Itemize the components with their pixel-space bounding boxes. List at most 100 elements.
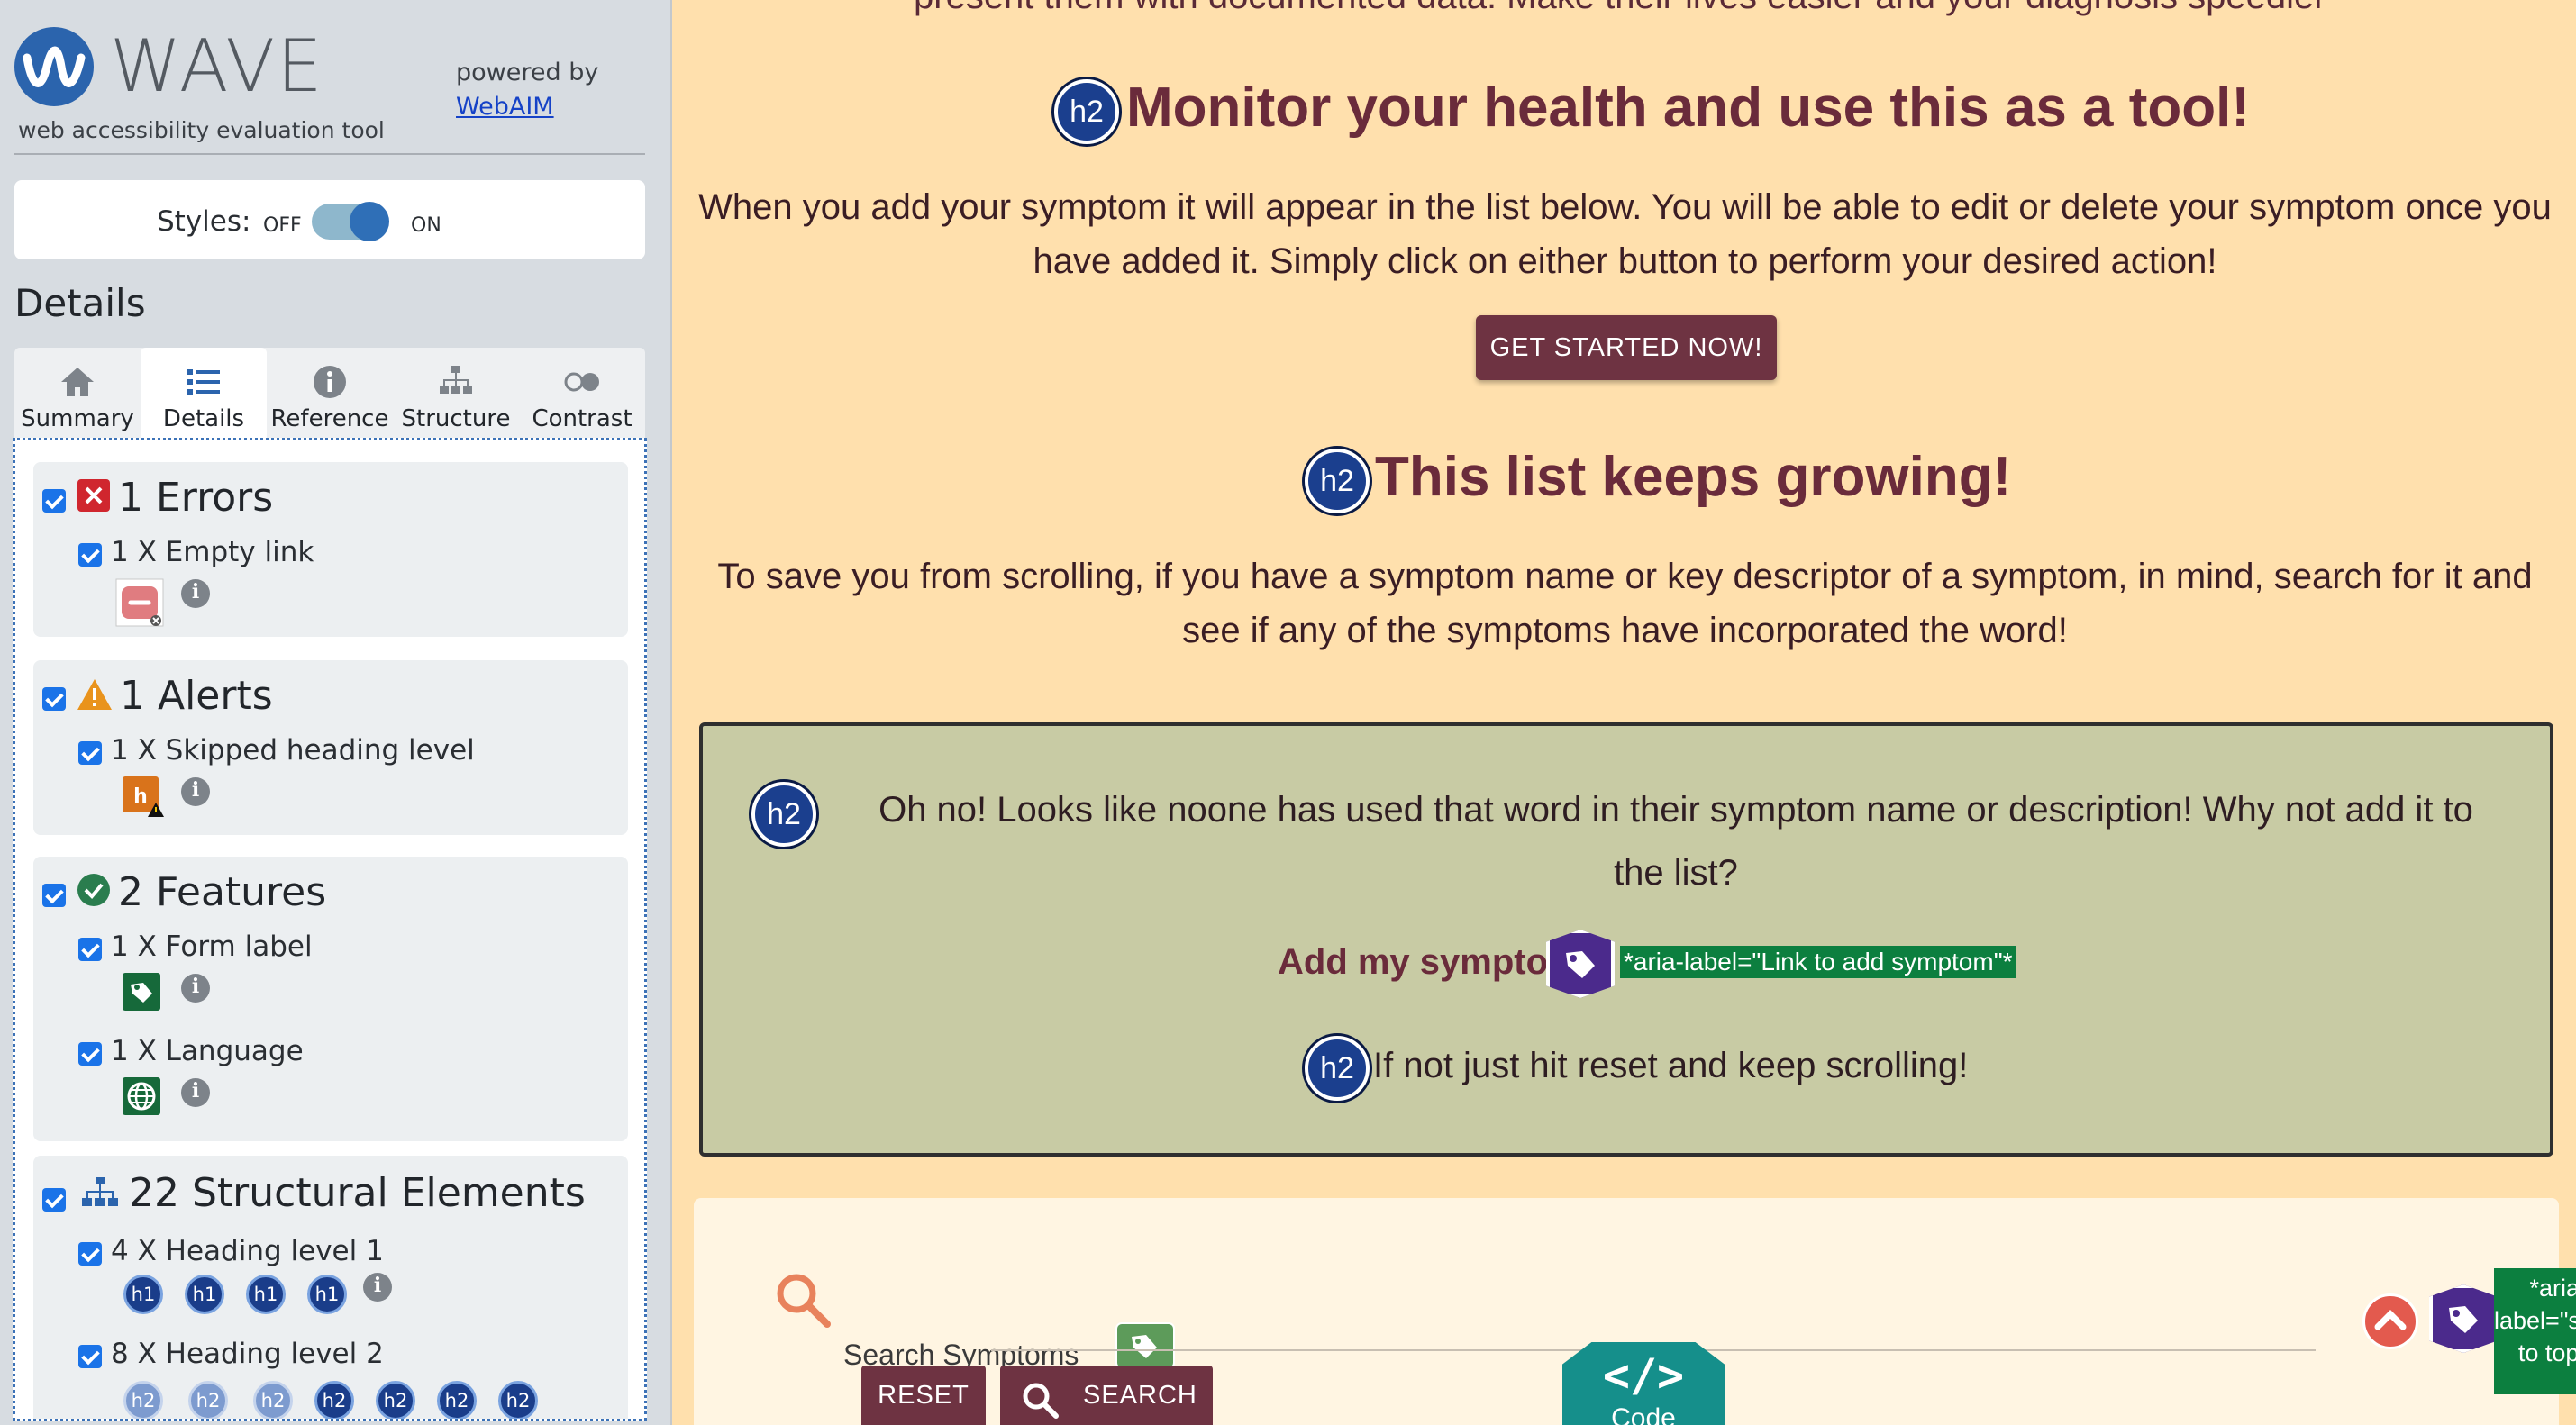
styles-label: Styles:: [157, 205, 251, 238]
tab-label: Structure: [401, 405, 511, 432]
heading-level-2-checkbox[interactable]: [78, 1345, 102, 1368]
h2-badge[interactable]: h2: [437, 1381, 477, 1419]
powered-by-text: powered by: [456, 59, 599, 86]
language-label: 1 X Language: [111, 1035, 304, 1067]
empty-link-info-icon[interactable]: [181, 579, 210, 608]
section-title-growing: This list keeps growing!: [1375, 446, 2012, 508]
h1-badge[interactable]: h1: [307, 1275, 347, 1314]
svg-text:h: h: [133, 785, 148, 808]
skipped-heading-icon[interactable]: h: [122, 776, 165, 819]
language-info-icon[interactable]: [181, 1078, 210, 1107]
wave-brand: WAVE: [110, 24, 324, 108]
wave-tagline: web accessibility evaluation tool: [18, 117, 385, 143]
h2-badge[interactable]: h2: [123, 1381, 163, 1419]
aria-label-tag-icon[interactable]: [2429, 1284, 2498, 1353]
tab-contrast[interactable]: Contrast: [519, 348, 645, 438]
h1-badge[interactable]: h1: [185, 1275, 224, 1314]
list-icon: [187, 369, 220, 395]
search-card: Search Symptoms RESET SEARCH </> Code *a…: [694, 1198, 2576, 1425]
home-icon: [61, 368, 94, 396]
search-button[interactable]: SEARCH: [1000, 1366, 1213, 1425]
chevron-up-icon: [2374, 1310, 2407, 1330]
aria-side-line: to top": [2517, 1339, 2576, 1366]
structure-category: 22 Structural Elements 4 X Heading level…: [33, 1156, 628, 1419]
sidebar-divider: [14, 153, 645, 155]
h1-badge[interactable]: h1: [123, 1275, 163, 1314]
h2-marker-icon[interactable]: h2: [1305, 1036, 1370, 1101]
h2-badge[interactable]: h2: [188, 1381, 228, 1419]
aria-label-tag-icon[interactable]: [1546, 930, 1615, 998]
empty-link-icon[interactable]: [114, 577, 165, 628]
heading-level-2-label: 8 X Heading level 2: [111, 1338, 384, 1370]
toggle-knob: [350, 202, 389, 241]
h2-badge[interactable]: h2: [253, 1381, 293, 1419]
form-label-label: 1 X Form label: [111, 930, 313, 963]
add-symptom-link[interactable]: Add my symptom: [1278, 942, 1580, 983]
skipped-heading-info-icon[interactable]: [181, 777, 210, 806]
empty-link-checkbox[interactable]: [78, 543, 102, 567]
form-label-icon[interactable]: [122, 972, 161, 1012]
heading-level-1-info-icon[interactable]: [363, 1273, 392, 1302]
code-icon: </>: [1602, 1349, 1685, 1402]
form-label-info-icon[interactable]: [181, 974, 210, 1003]
section-text-monitor-1: When you add your symptom it will appear…: [698, 187, 2552, 227]
h2-marker-icon[interactable]: h2: [1054, 79, 1119, 144]
feature-check-icon: [77, 874, 110, 906]
tab-label: Summary: [21, 405, 134, 432]
styles-toggle[interactable]: [312, 202, 389, 241]
language-globe-icon[interactable]: [122, 1076, 161, 1116]
section-title-monitor: Monitor your health and use this as a to…: [1126, 77, 2250, 139]
reset-button[interactable]: RESET: [861, 1366, 986, 1425]
h2-marker-icon[interactable]: h2: [751, 782, 816, 847]
sitemap-icon: [440, 366, 472, 394]
aria-side-line: *aria-: [2529, 1275, 2576, 1302]
webaim-link[interactable]: WebAIM: [456, 90, 598, 124]
alerts-title: 1 Alerts: [120, 673, 273, 719]
aria-label-annotation: *aria-label="Link to add symptom"*: [1620, 946, 2016, 978]
language-checkbox[interactable]: [78, 1042, 102, 1066]
heading-level-1-checkbox[interactable]: [78, 1242, 102, 1266]
tab-structure[interactable]: Structure: [393, 348, 519, 438]
features-checkbox[interactable]: [42, 884, 66, 907]
tab-label: Details: [162, 405, 245, 432]
tab-reference[interactable]: Reference: [267, 348, 393, 438]
section-text-monitor-2: have added it. Simply click on either bu…: [1033, 241, 2217, 281]
wave-logo-icon: [14, 27, 94, 106]
tag-icon: [1566, 951, 1595, 978]
alerts-category: 1 Alerts 1 X Skipped heading level h: [33, 660, 628, 835]
skipped-heading-checkbox[interactable]: [78, 741, 102, 765]
form-label-checkbox[interactable]: [78, 938, 102, 961]
page-content: present them with documented data. Make …: [674, 0, 2576, 1425]
tab-details[interactable]: Details: [141, 348, 267, 438]
h2-marker-icon[interactable]: h2: [1305, 449, 1370, 513]
errors-checkbox[interactable]: [42, 489, 66, 513]
features-category: 2 Features 1 X Form label 1 X Language: [33, 857, 628, 1141]
features-title: 2 Features: [118, 869, 327, 915]
get-started-button[interactable]: GET STARTED NOW!: [1476, 315, 1777, 380]
h1-badge[interactable]: h1: [246, 1275, 286, 1314]
tab-label: Reference: [270, 405, 389, 432]
h2-badge[interactable]: h2: [498, 1381, 538, 1419]
h2-badge[interactable]: h2: [314, 1381, 354, 1419]
alerts-checkbox[interactable]: [42, 687, 66, 711]
tab-summary[interactable]: Summary: [14, 348, 141, 438]
structure-title: 22 Structural Elements: [129, 1170, 586, 1216]
form-label-tag-icon[interactable]: [1115, 1322, 1175, 1369]
reset-hint-text: If not just hit reset and keep scrolling…: [1373, 1046, 1969, 1085]
styles-on-label: ON: [411, 214, 441, 237]
h2-badge[interactable]: h2: [376, 1381, 415, 1419]
structure-checkbox[interactable]: [42, 1188, 66, 1212]
section-text-growing-2: see if any of the symptoms have incorpor…: [1182, 611, 2068, 650]
alert-icon: [77, 679, 112, 710]
skipped-heading-label: 1 X Skipped heading level: [111, 734, 475, 767]
info-icon: [314, 366, 346, 398]
no-results-text-1: Oh no! Looks like noone has used that wo…: [878, 790, 2473, 830]
search-icon: [777, 1274, 831, 1328]
search-button-label: SEARCH: [1083, 1381, 1197, 1410]
scroll-to-top-button[interactable]: [2362, 1293, 2418, 1349]
details-heading: Details: [14, 281, 146, 325]
aria-label-annotation-side: *aria- label="sc to top": [2494, 1268, 2576, 1394]
search-icon: [1023, 1383, 1059, 1419]
wave-code-button[interactable]: </> Code: [1562, 1342, 1725, 1425]
errors-category: 1 Errors 1 X Empty link: [33, 462, 628, 637]
